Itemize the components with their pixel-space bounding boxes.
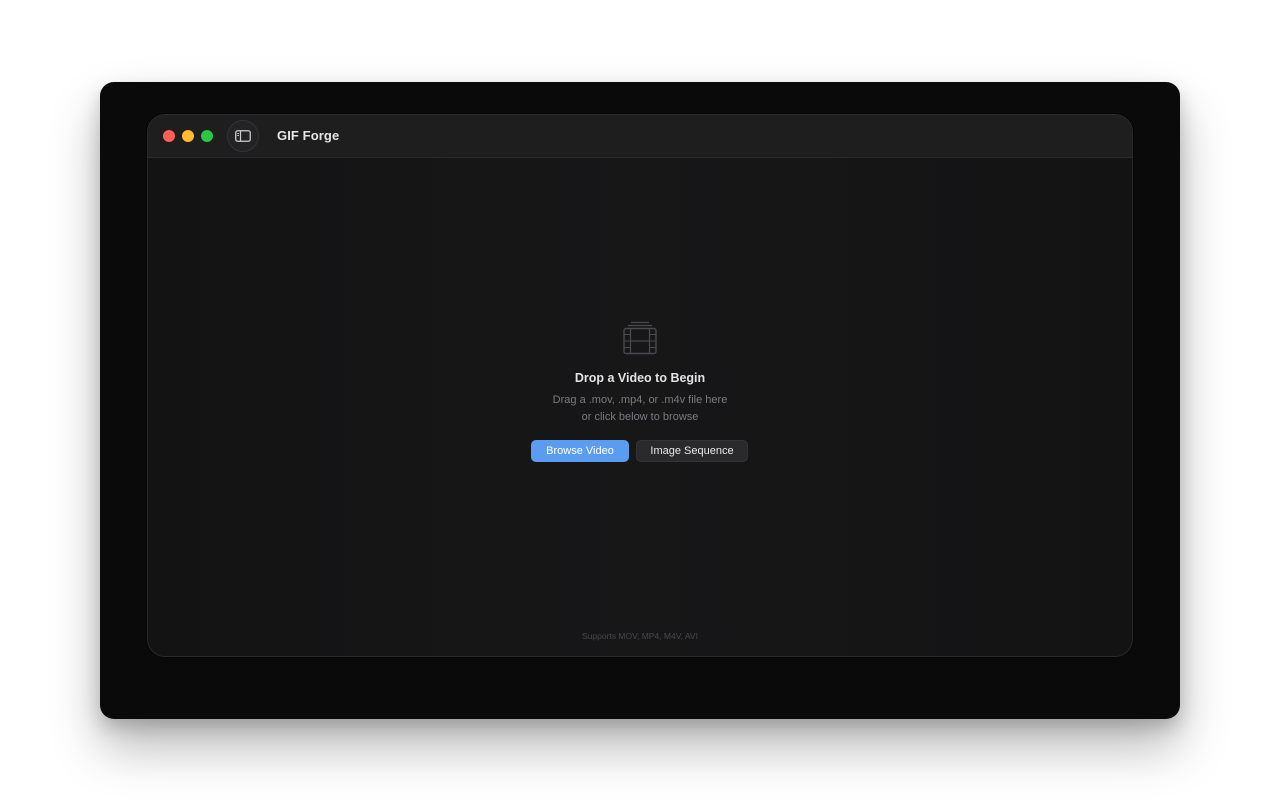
drop-instructions-secondary: or click below to browse xyxy=(581,411,699,423)
film-icon xyxy=(623,321,657,355)
app-window: GIF Forge Drop a Video to Begin Drag a .… xyxy=(147,114,1133,657)
drop-instructions: Drag a .mov, .mp4, or .m4v file here xyxy=(552,394,728,406)
image-sequence-button[interactable]: Image Sequence xyxy=(636,440,748,462)
browse-video-button[interactable]: Browse Video xyxy=(531,440,629,462)
sidebar-toggle-button[interactable] xyxy=(227,120,259,152)
minimize-window-button[interactable] xyxy=(182,130,194,142)
zoom-window-button[interactable] xyxy=(201,130,213,142)
drop-title: Drop a Video to Begin xyxy=(574,371,706,385)
video-drop-zone[interactable]: Drop a Video to Begin Drag a .mov, .mp4,… xyxy=(148,158,1132,656)
close-window-button[interactable] xyxy=(163,130,175,142)
sidebar-icon xyxy=(235,130,251,142)
main-content: Drop a Video to Begin Drag a .mov, .mp4,… xyxy=(148,158,1132,656)
supported-formats-note: Supports MOV, MP4, M4V, AVI xyxy=(582,631,698,641)
title-bar: GIF Forge xyxy=(148,115,1132,158)
window-title: GIF Forge xyxy=(277,128,340,143)
